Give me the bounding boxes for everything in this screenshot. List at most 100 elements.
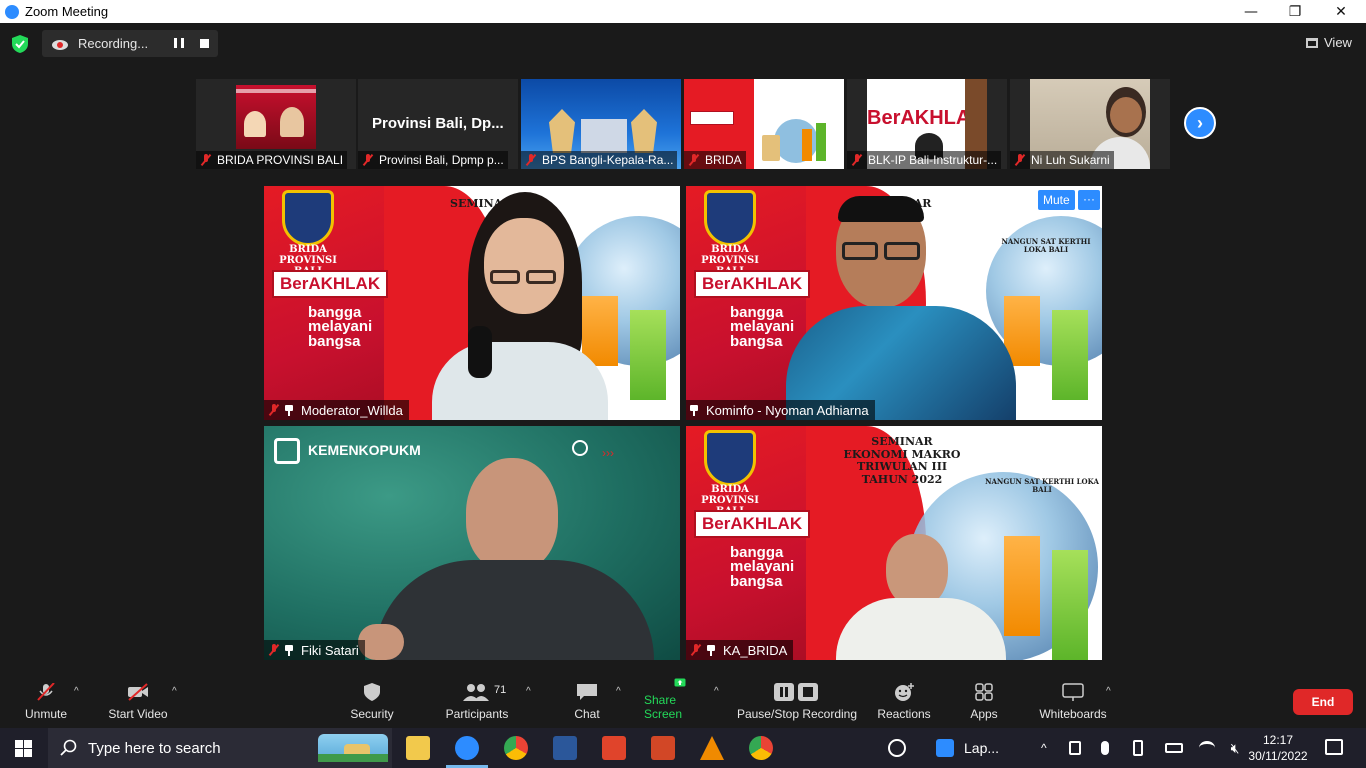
participant-name: Moderator_Willda bbox=[264, 400, 409, 420]
participant-name: BRIDA bbox=[684, 151, 746, 169]
video-tile-kominfo[interactable]: BRIDAPROVINSI BALI BerAKHLAK banggamelay… bbox=[686, 186, 1102, 420]
volume-muted-icon[interactable]: 🔇︎ bbox=[1231, 740, 1240, 757]
pause-stop-recording-button[interactable]: Pause/Stop Recording bbox=[736, 678, 858, 728]
start-video-label: Start Video bbox=[108, 707, 168, 721]
pause-stop-icon bbox=[774, 683, 818, 701]
windows-start-icon[interactable] bbox=[15, 740, 32, 757]
mute-participant-button[interactable]: Mute bbox=[1038, 190, 1075, 210]
thumb-ni-luh-sukarni[interactable]: Ni Luh Sukarni bbox=[1010, 79, 1170, 169]
whiteboards-options-chevron-icon[interactable]: ^ bbox=[1106, 686, 1111, 697]
system-tray: Lap... ^ 🔇︎ bbox=[888, 728, 1240, 768]
taskbar-search[interactable]: Type here to search bbox=[48, 728, 392, 768]
apps-button[interactable]: Apps bbox=[966, 678, 1002, 728]
maximize-icon[interactable]: ❐ bbox=[1272, 0, 1318, 23]
thumb-provinsi-bali-dpmp[interactable]: Provinsi Bali, Dp... Provinsi Bali, Dpmp… bbox=[358, 79, 518, 169]
pause-stop-recording-label: Pause/Stop Recording bbox=[736, 707, 858, 721]
powerpoint-icon[interactable] bbox=[651, 736, 675, 760]
search-placeholder: Type here to search bbox=[88, 739, 221, 757]
tray-app-label[interactable]: Lap... bbox=[964, 740, 999, 756]
more-options-button[interactable]: ··· bbox=[1078, 190, 1100, 210]
device-icon[interactable] bbox=[1132, 740, 1143, 756]
file-explorer-icon[interactable] bbox=[406, 736, 430, 760]
thumb-blk-ip-bali[interactable]: BerAKHLA BLK-IP Bali-Instruktur-... bbox=[847, 79, 1007, 169]
smiley-plus-icon bbox=[895, 683, 914, 701]
muted-microphone-icon bbox=[37, 683, 55, 701]
end-meeting-button[interactable]: End bbox=[1293, 689, 1353, 715]
berakhlak-banner: BerAKHLAK bbox=[272, 270, 389, 298]
pin-icon bbox=[285, 404, 293, 416]
brida-logo bbox=[704, 190, 756, 246]
unmute-button[interactable]: Unmute bbox=[20, 678, 72, 728]
participants-options-chevron-icon[interactable]: ^ bbox=[526, 686, 531, 697]
participant-video bbox=[826, 534, 1016, 660]
share-screen-arrow-icon bbox=[674, 678, 686, 687]
participant-name-display: Provinsi Bali, Dp... bbox=[372, 115, 504, 132]
pdf-app-icon[interactable] bbox=[602, 736, 626, 760]
seminar-title: SEMINAR EKONOMI MAKRO TRIWULAN III TAHUN 20… bbox=[843, 435, 961, 486]
zoom-app-icon bbox=[5, 4, 19, 19]
whiteboards-button[interactable]: Whiteboards bbox=[1036, 678, 1110, 728]
wifi-icon[interactable] bbox=[1198, 741, 1215, 755]
pin-icon bbox=[285, 644, 293, 656]
pin-icon bbox=[707, 644, 715, 656]
window-titlebar: Zoom Meeting — ❐ ✕ bbox=[0, 0, 1366, 23]
muted-mic-icon bbox=[851, 154, 863, 166]
berakhlak-banner: BerAKHLAK bbox=[694, 510, 811, 538]
audio-options-chevron-icon[interactable]: ^ bbox=[74, 686, 79, 697]
view-button[interactable]: View bbox=[1306, 35, 1352, 50]
search-icon bbox=[60, 739, 77, 756]
system-clock[interactable]: 12:17 30/11/2022 bbox=[1245, 732, 1311, 764]
brida-logo bbox=[282, 190, 334, 246]
thumb-brida-provinsi-bali[interactable]: BRIDA PROVINSI BALI bbox=[196, 79, 356, 169]
minimize-icon[interactable]: — bbox=[1228, 0, 1274, 23]
people-icon[interactable] bbox=[888, 739, 906, 757]
zoom-taskbar-icon[interactable] bbox=[455, 736, 479, 760]
security-button[interactable]: Security bbox=[346, 678, 398, 728]
meeting-stage: Recording... View BRIDA PROVINSI BALI Pr… bbox=[0, 23, 1366, 678]
chevron-right-icon: › bbox=[1197, 112, 1203, 133]
share-options-chevron-icon[interactable]: ^ bbox=[714, 686, 719, 697]
share-screen-button[interactable]: Share Screen bbox=[644, 678, 716, 728]
chrome-icon[interactable] bbox=[504, 736, 528, 760]
cloud-recording-icon bbox=[52, 39, 68, 50]
video-tile-moderator[interactable]: BRIDAPROVINSI BALI BerAKHLAK banggamelay… bbox=[264, 186, 680, 420]
start-video-button[interactable]: Start Video bbox=[106, 678, 170, 728]
word-icon[interactable] bbox=[553, 736, 577, 760]
participant-name: Kominfo - Nyoman Adhiarna bbox=[686, 400, 875, 420]
camera-icon[interactable] bbox=[1068, 741, 1081, 755]
vlc-icon[interactable] bbox=[700, 736, 724, 760]
stop-recording-icon[interactable] bbox=[200, 39, 209, 48]
participant-name: BPS Bangli-Kepala-Ra... bbox=[521, 151, 678, 169]
participant-video bbox=[354, 456, 654, 660]
video-tile-fiki-satari[interactable]: KEMENKOPUKM ››› Fiki Satari bbox=[264, 426, 680, 660]
document-app-icon[interactable] bbox=[936, 739, 954, 757]
muted-mic-icon bbox=[200, 154, 212, 166]
chrome-profile-icon[interactable] bbox=[749, 736, 773, 760]
thumb-brida[interactable]: BRIDA bbox=[684, 79, 844, 169]
chat-bubble-icon bbox=[577, 684, 597, 700]
whiteboard-icon bbox=[1062, 683, 1084, 701]
muted-mic-icon bbox=[268, 404, 280, 416]
thumb-bps-bangli[interactable]: BPS Bangli-Kepala-Ra... bbox=[521, 79, 681, 169]
battery-icon[interactable] bbox=[1164, 743, 1183, 753]
participant-name: BRIDA PROVINSI BALI bbox=[196, 151, 348, 169]
video-options-chevron-icon[interactable]: ^ bbox=[172, 686, 177, 697]
participant-video bbox=[786, 196, 1016, 420]
view-grid-icon bbox=[1306, 37, 1318, 48]
view-label: View bbox=[1324, 35, 1352, 50]
participants-label: Participants bbox=[445, 707, 509, 721]
next-page-button[interactable]: › bbox=[1184, 107, 1216, 139]
chat-options-chevron-icon[interactable]: ^ bbox=[616, 686, 621, 697]
microphone-icon[interactable] bbox=[1100, 741, 1109, 755]
notifications-icon[interactable] bbox=[1325, 739, 1343, 755]
video-tile-ka-brida[interactable]: BRIDAPROVINSI BALI BerAKHLAK banggamelay… bbox=[686, 426, 1102, 660]
brida-logo bbox=[704, 430, 756, 486]
reactions-button[interactable]: Reactions bbox=[876, 678, 932, 728]
participant-video bbox=[432, 192, 612, 420]
encryption-shield-icon[interactable] bbox=[12, 35, 28, 53]
pause-recording-icon[interactable] bbox=[174, 38, 184, 48]
close-icon[interactable]: ✕ bbox=[1318, 0, 1364, 23]
chat-button[interactable]: Chat bbox=[570, 678, 604, 728]
show-hidden-icons-chevron-icon[interactable]: ^ bbox=[1041, 741, 1047, 755]
reactions-label: Reactions bbox=[877, 707, 931, 721]
